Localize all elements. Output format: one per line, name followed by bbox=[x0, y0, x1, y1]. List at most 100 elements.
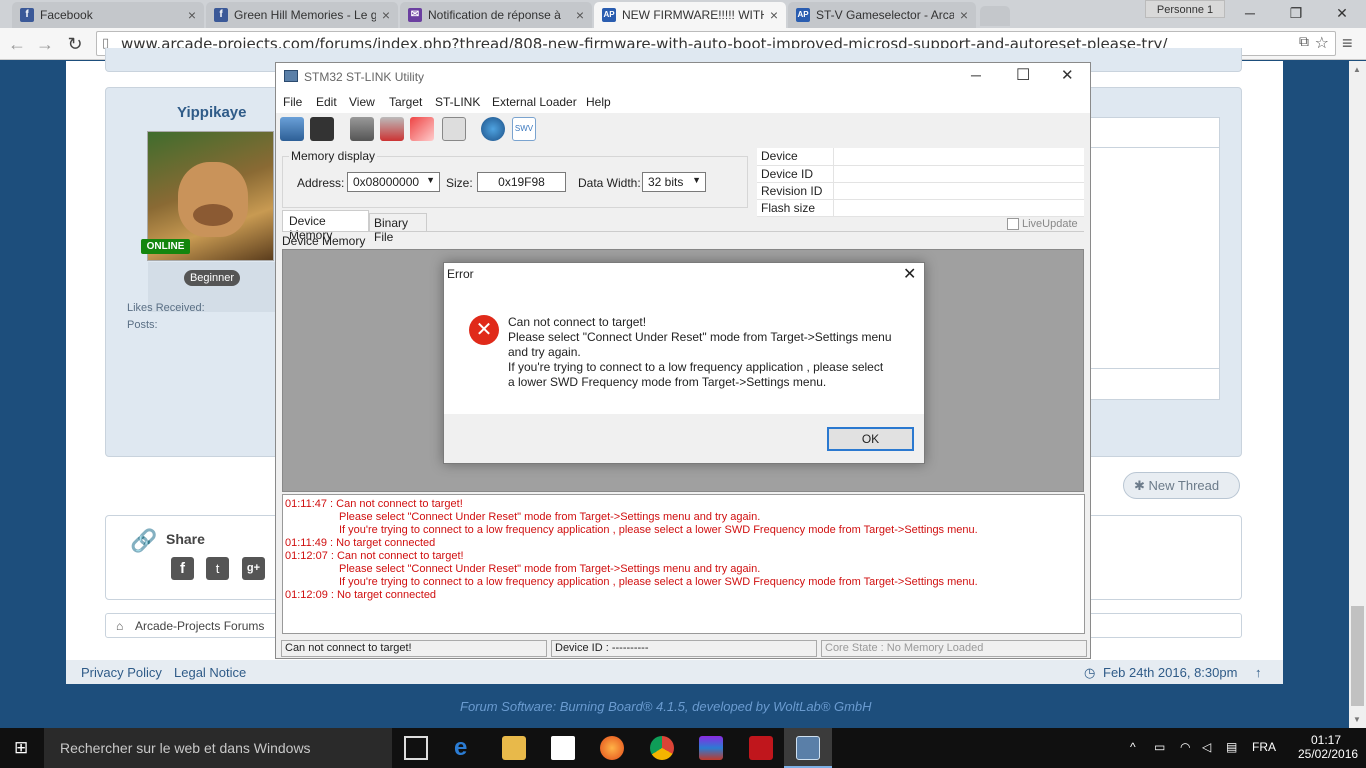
disconnect-icon[interactable] bbox=[380, 117, 404, 141]
arcade-projects-icon: AP bbox=[602, 8, 616, 22]
menu-external-loader[interactable]: External Loader bbox=[492, 95, 577, 109]
info-device: Device bbox=[757, 148, 834, 166]
menu-icon[interactable]: ≡ bbox=[1342, 33, 1353, 54]
scroll-down-icon[interactable]: ▼ bbox=[1353, 715, 1361, 724]
legal-notice-link[interactable]: Legal Notice bbox=[174, 665, 246, 680]
close-tab-icon[interactable]: × bbox=[960, 7, 968, 23]
facebook-icon: f bbox=[214, 8, 228, 22]
bookmark-star-icon[interactable]: ☆ bbox=[1315, 33, 1329, 52]
twitter-share-icon[interactable]: t bbox=[206, 557, 229, 580]
stlink-taskbar-icon[interactable] bbox=[796, 736, 820, 760]
volume-icon[interactable]: ◁ bbox=[1202, 740, 1211, 754]
taskbar-search[interactable]: Rechercher sur le web et dans Windows bbox=[44, 728, 392, 768]
menu-edit[interactable]: Edit bbox=[316, 95, 337, 109]
ok-button[interactable]: OK bbox=[827, 427, 914, 451]
device-info-table: Device Device ID Revision ID Flash size bbox=[757, 148, 1084, 217]
breadcrumb-forums-link[interactable]: Arcade-Projects Forums bbox=[135, 619, 264, 633]
live-update-checkbox[interactable] bbox=[1007, 218, 1019, 230]
language-indicator[interactable]: FRA bbox=[1252, 740, 1276, 754]
restore-icon[interactable]: ❐ bbox=[1273, 0, 1319, 28]
menu-help[interactable]: Help bbox=[586, 95, 611, 109]
acrobat-icon[interactable] bbox=[749, 736, 773, 760]
notification-icon[interactable]: ▤ bbox=[1226, 740, 1237, 754]
close-tab-icon[interactable]: × bbox=[188, 7, 196, 23]
chrome-icon[interactable] bbox=[650, 736, 674, 760]
forward-icon[interactable]: → bbox=[34, 33, 56, 55]
info-value bbox=[833, 182, 1084, 200]
new-thread-button[interactable]: ✱ New Thread bbox=[1123, 472, 1240, 499]
app-close-icon[interactable]: ✕ bbox=[1061, 66, 1074, 84]
page-scrollbar[interactable]: ▲ ▼ bbox=[1349, 61, 1366, 728]
address-label: Address: bbox=[297, 176, 345, 190]
wifi-icon[interactable]: ◠ bbox=[1180, 740, 1190, 754]
connect-icon[interactable] bbox=[350, 117, 374, 141]
battery-icon[interactable]: ▭ bbox=[1154, 740, 1165, 754]
back-icon[interactable]: ← bbox=[6, 33, 28, 55]
close-tab-icon[interactable]: × bbox=[382, 7, 390, 23]
close-tab-icon[interactable]: × bbox=[770, 7, 778, 23]
app-maximize-icon[interactable]: ☐ bbox=[1016, 65, 1030, 85]
clock[interactable]: 01:17 25/02/2016 bbox=[1298, 733, 1359, 761]
store-icon[interactable] bbox=[551, 736, 575, 760]
swv-icon[interactable]: SWV bbox=[512, 117, 536, 141]
tab-facebook[interactable]: f Facebook × bbox=[12, 2, 204, 28]
save-icon[interactable] bbox=[310, 117, 334, 141]
status-left: Can not connect to target! bbox=[281, 640, 547, 657]
privacy-policy-link[interactable]: Privacy Policy bbox=[81, 665, 162, 680]
info-device-id: Device ID bbox=[757, 165, 834, 183]
tab-green-hill[interactable]: f Green Hill Memories - Le g × bbox=[206, 2, 398, 28]
data-width-select[interactable]: 32 bits ▼ bbox=[642, 172, 706, 192]
clock-icon: ◷ bbox=[1084, 665, 1096, 680]
status-core-state: Core State : No Memory Loaded bbox=[821, 640, 1087, 657]
menu-view[interactable]: View bbox=[349, 95, 375, 109]
task-view-icon[interactable] bbox=[404, 736, 428, 760]
scroll-top-icon[interactable]: ↑ bbox=[1255, 665, 1262, 680]
app-menubar: File Edit View Target ST-LINK External L… bbox=[276, 91, 1090, 113]
erase-icon[interactable] bbox=[410, 117, 434, 141]
log-line: Please select "Connect Under Reset" mode… bbox=[339, 563, 761, 575]
size-input[interactable]: 0x19F98 bbox=[477, 172, 566, 192]
dialog-close-icon[interactable]: ✕ bbox=[903, 264, 916, 284]
translate-icon[interactable]: ⧉ bbox=[1299, 34, 1309, 50]
program-icon[interactable] bbox=[442, 117, 466, 141]
arcade-projects-icon: AP bbox=[796, 8, 810, 22]
edge-icon[interactable]: e bbox=[454, 736, 478, 760]
close-tab-icon[interactable]: × bbox=[576, 7, 584, 23]
facebook-share-icon[interactable]: f bbox=[171, 557, 194, 580]
menu-target[interactable]: Target bbox=[389, 95, 422, 109]
reload-icon[interactable]: ↻ bbox=[64, 33, 86, 55]
tray-chevron-icon[interactable]: ^ bbox=[1130, 740, 1136, 754]
menu-file[interactable]: File bbox=[283, 95, 302, 109]
tab-binary-file[interactable]: Binary File bbox=[369, 213, 427, 244]
firefox-icon[interactable] bbox=[600, 736, 624, 760]
profile-button[interactable]: Personne 1 bbox=[1145, 0, 1225, 18]
username-link[interactable]: Yippikaye bbox=[177, 104, 246, 121]
minimize-icon[interactable]: ─ bbox=[1227, 0, 1273, 28]
mcu-core-icon[interactable] bbox=[481, 117, 505, 141]
open-file-icon[interactable] bbox=[280, 117, 304, 141]
address-combo[interactable]: 0x08000000 ▼ bbox=[347, 172, 440, 192]
app-titlebar: STM32 ST-LINK Utility ─ ☐ ✕ bbox=[276, 63, 1090, 91]
info-revision-id: Revision ID bbox=[757, 182, 834, 200]
chevron-down-icon: ▼ bbox=[692, 175, 701, 185]
clock-date: 25/02/2016 bbox=[1298, 747, 1359, 761]
tab-stv-gameselector[interactable]: AP ST-V Gameselector - Arca × bbox=[788, 2, 976, 28]
google-plus-share-icon[interactable]: g+ bbox=[242, 557, 265, 580]
app-minimize-icon[interactable]: ─ bbox=[971, 67, 981, 83]
tab-device-memory[interactable]: Device Memory bbox=[282, 210, 369, 242]
scroll-thumb[interactable] bbox=[1351, 606, 1364, 706]
windows-start-icon[interactable]: ⊞ bbox=[14, 739, 32, 757]
tab-notification[interactable]: ✉ Notification de réponse à × bbox=[400, 2, 592, 28]
tab-new-firmware[interactable]: AP NEW FIRMWARE!!!!! WITH × bbox=[594, 2, 786, 28]
winrar-icon[interactable] bbox=[699, 736, 723, 760]
dialog-line: If you're trying to connect to a low fre… bbox=[508, 360, 884, 374]
log-line: 01:12:07 : Can not connect to target! bbox=[285, 550, 464, 562]
data-width-label: Data Width: bbox=[578, 176, 641, 190]
menu-stlink[interactable]: ST-LINK bbox=[435, 95, 480, 109]
close-window-icon[interactable]: ✕ bbox=[1319, 0, 1365, 28]
new-tab-button[interactable] bbox=[980, 6, 1010, 26]
info-value bbox=[833, 148, 1084, 166]
file-explorer-icon[interactable] bbox=[502, 736, 526, 760]
scroll-up-icon[interactable]: ▲ bbox=[1353, 65, 1361, 74]
home-icon: ⌂ bbox=[116, 619, 124, 633]
